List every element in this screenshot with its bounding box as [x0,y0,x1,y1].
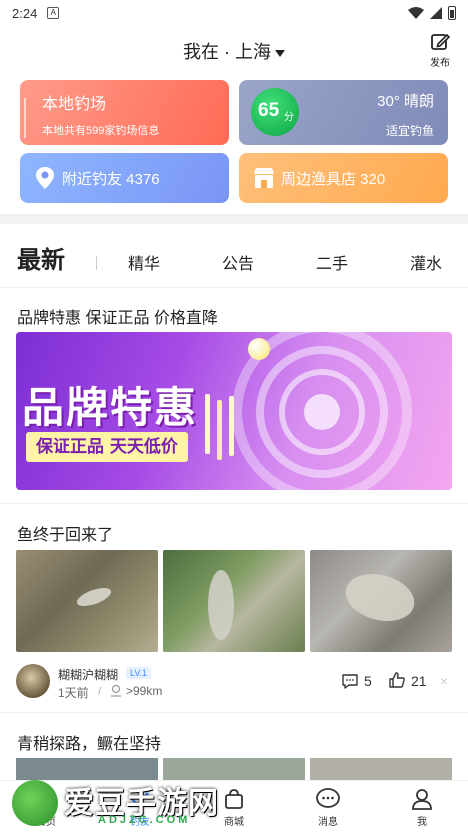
fishing-score-badge: 65 分 [251,88,299,136]
nearby-friends-label: 附近钓友 4376 [62,171,160,188]
post-photo-3[interactable] [310,550,452,652]
fishing-float-icon [205,394,234,460]
chat-bubble-icon [316,788,340,808]
wifi-icon [408,7,424,19]
thumbs-up-icon[interactable] [388,671,406,689]
publish-label: 发布 [430,58,450,69]
avatar[interactable] [16,664,50,698]
publish-button[interactable]: 发布 [426,32,454,69]
post-author-row: 糊糊沪糊糊 LV.1 1天前 / >99km 5 21 × [16,664,452,700]
sim-badge: A [47,7,60,19]
nav-messages-label: 消息 [318,817,338,828]
ad-banner[interactable]: 品牌特惠 保证正品 天天低价 [16,332,452,490]
location-label: 我在 · 上海 [183,42,271,62]
nav-me-label: 我 [417,817,427,828]
post-photo-2[interactable] [163,550,305,652]
tabs-bottom-line [0,287,468,288]
weather-card[interactable]: 65 分 30° 晴朗 适宜钓鱼 [239,80,448,145]
fishing-score: 65 [258,100,280,121]
tab-separator [96,256,97,270]
watermark-logo [12,780,58,826]
banner-slogan: 保证正品 天天低价 [26,432,188,462]
close-icon[interactable]: × [440,673,448,689]
weather-advice: 适宜钓鱼 [385,124,434,138]
tab-announcements[interactable]: 公告 [222,250,254,274]
banner-headline: 品牌特惠 [22,383,199,432]
status-bar: 2:24 A [0,0,468,26]
card-accent-bar [24,98,26,138]
meta-separator: / [98,684,102,698]
nearby-shop-card[interactable]: 周边渔具店 320 [239,153,448,203]
tab-featured[interactable]: 精华 [128,250,160,274]
tab-second-hand[interactable]: 二手 [316,250,348,274]
fishing-score-unit: 分 [284,112,294,123]
post-title[interactable]: 鱼终于回来了 [17,521,113,545]
post-separator [0,503,468,504]
nearby-friends-card[interactable]: 附近钓友 4376 [20,153,229,203]
battery-icon [448,6,456,20]
weather-temperature: 30° 晴朗 [377,93,434,110]
author-name[interactable]: 糊糊沪糊糊 [58,666,118,683]
comment-icon[interactable] [341,672,359,690]
post-time: 1天前 [58,686,89,700]
status-time: 2:24 [12,5,38,21]
watermark: 爱豆手游网 ADJZC.COM [6,776,256,832]
local-spots-card[interactable]: 本地钓场 本地共有599家钓场信息 [20,80,229,145]
signal-icon [430,7,442,19]
location-pin-icon [36,167,54,189]
section-divider [0,214,468,224]
store-icon [254,168,274,188]
spots-title: 本地钓场 [42,96,107,113]
nav-me[interactable]: 我 [392,787,452,828]
fish-shape [208,570,234,640]
next-post-title[interactable]: 青稍探路，鳜在坚持 [17,730,161,754]
banner-ball-decoration [248,338,270,360]
post-photo-1[interactable] [16,550,158,652]
nearby-shop-label: 周边渔具店 320 [281,171,386,188]
category-tabs: 最新 精华 公告 二手 灌水 [0,236,468,286]
location-pin-icon [111,684,121,697]
ad-post-title[interactable]: 品牌特惠 保证正品 价格直降 [17,304,218,328]
nav-messages[interactable]: 消息 [298,787,358,828]
post-distance: >99km [126,684,163,698]
comment-count: 5 [364,673,372,689]
tab-chat[interactable]: 灌水 [410,250,442,274]
level-badge: LV.1 [126,667,152,679]
status-icons [408,6,456,20]
post-separator [0,712,468,713]
header: 我在 · 上海 发布 [0,30,468,70]
tab-latest[interactable]: 最新 [17,240,65,275]
watermark-domain: ADJZC.COM [98,814,191,826]
next-post-photo-3[interactable] [310,758,452,780]
edit-icon [431,33,450,50]
fish-shape [340,566,420,629]
spots-subtitle: 本地共有599家钓场信息 [42,125,160,137]
like-count: 21 [411,673,427,689]
fish-shape [74,584,114,610]
location-selector[interactable]: 我在 · 上海 [0,38,468,64]
user-icon [412,789,432,810]
caret-down-icon [275,49,285,57]
